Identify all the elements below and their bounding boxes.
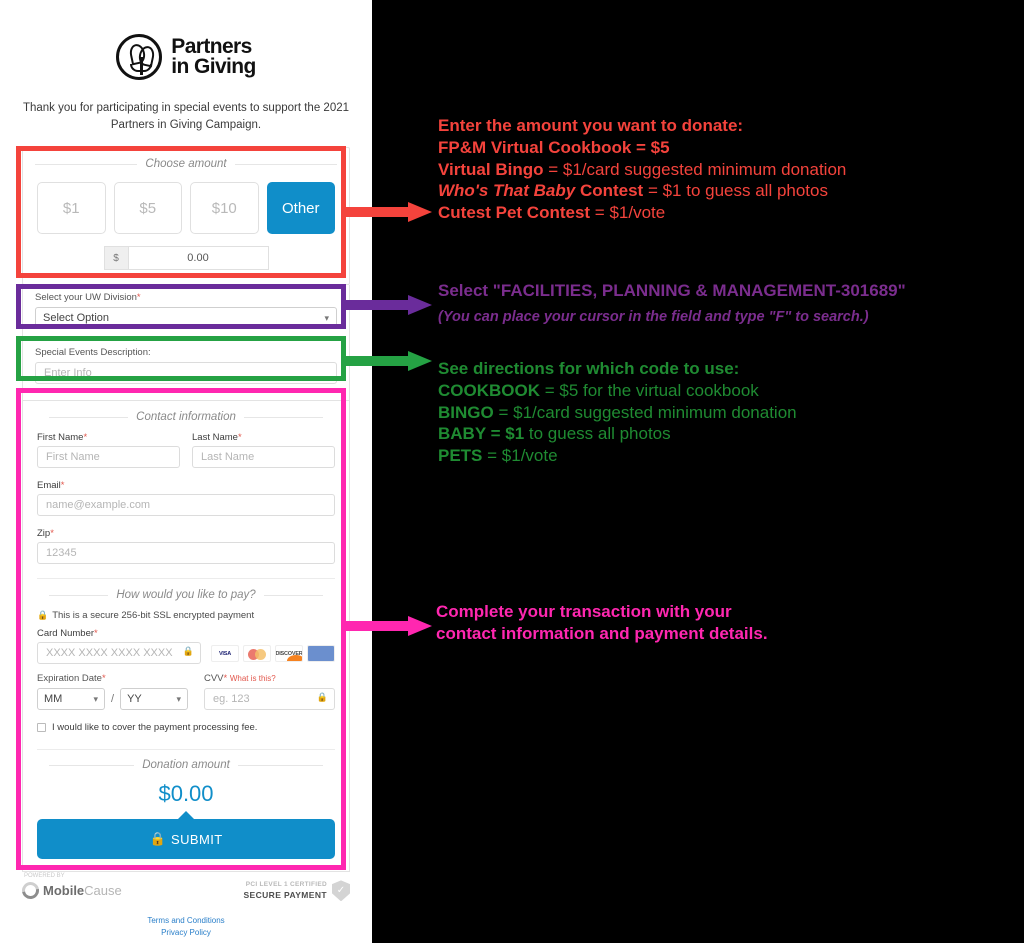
amount-button-10[interactable]: $10 [190, 182, 259, 235]
email-input[interactable]: name@example.com [37, 494, 335, 517]
secure-payment-note: 🔒 This is a secure 256-bit SSL encrypted… [37, 610, 255, 622]
logo-line-1: Partners [171, 34, 252, 58]
expiration-separator: / [111, 693, 115, 706]
lock-icon: 🔒 [37, 610, 49, 621]
email-field: Email* name@example.com [37, 480, 335, 517]
contact-payment-card: Contact information First Name* First Na… [22, 400, 350, 873]
powered-by-label: POWERED BY [24, 873, 65, 880]
intro-text: Thank you for participating in special e… [22, 102, 350, 131]
pci-line-1: PCI LEVEL 1 CERTIFIED [245, 881, 327, 889]
annotation-pink-line-1: Complete your transaction with your [436, 602, 732, 621]
submit-button[interactable]: 🔒 SUBMIT [37, 811, 335, 860]
amount-button-1[interactable]: $1 [37, 182, 106, 235]
custom-amount-input[interactable]: 0.00 [127, 246, 269, 271]
donation-amount-legend: Donation amount [37, 759, 335, 771]
discover-icon: DISCOVER [275, 645, 303, 663]
cover-fee-checkbox[interactable] [37, 723, 46, 733]
uw-division-block: Select your UW Division* Select Option ▾ [22, 285, 350, 340]
uw-division-select[interactable]: Select Option ▾ [35, 307, 337, 330]
annotation-pink-line-2: contact information and payment details. [436, 623, 768, 643]
choose-amount-legend: Choose amount [23, 158, 349, 170]
amount-buttons: $1 $5 $10 Other [23, 170, 349, 235]
annotation-purple-line-2: (You can place your cursor in the field … [438, 308, 869, 325]
donation-form-panel: Partners in Giving Thank you for partici… [0, 0, 372, 943]
expiration-field: Expiration Date* MM ▾ / YY ▾ [37, 673, 192, 711]
donation-amount-value: $0.00 [158, 781, 214, 807]
lock-icon: 🔒 [149, 831, 167, 847]
brand-logo: Partners in Giving [0, 0, 372, 80]
choose-amount-card: Choose amount $1 $5 $10 Other $ 0.00 [22, 147, 350, 286]
first-name-field: First Name* First Name [37, 432, 180, 469]
special-events-block: Special Events Description: Enter Info [22, 339, 350, 401]
partners-in-giving-logo-icon [116, 34, 163, 80]
annotation-text-contact-payment: Complete your transaction with your cont… [436, 601, 768, 645]
amex-icon [307, 645, 335, 663]
last-name-field: Last Name* Last Name [192, 432, 335, 469]
last-name-input[interactable]: Last Name [192, 446, 335, 469]
privacy-policy-link[interactable]: Privacy Policy [0, 927, 372, 939]
lock-icon: 🔒 [182, 646, 194, 657]
card-number-field: Card Number* XXXX XXXX XXXX XXXX 🔒 VISA … [37, 628, 335, 665]
shield-check-icon: ✓ [332, 880, 350, 902]
zip-field: Zip* 12345 [37, 528, 335, 565]
chevron-down-icon: ▾ [93, 693, 98, 704]
mobilecause-logo: MobileCause [18, 879, 122, 903]
cvv-help-link[interactable]: What is this? [230, 674, 276, 683]
pci-line-2: SECURE PAYMENT [243, 889, 327, 900]
visa-icon: VISA [211, 645, 239, 663]
swirl-icon [18, 879, 43, 903]
submit-button-label: SUBMIT [171, 831, 223, 847]
currency-symbol: $ [103, 246, 128, 271]
cover-fee-label: I would like to cover the payment proces… [52, 722, 258, 734]
special-events-label: Special Events Description: [35, 347, 151, 359]
card-number-input[interactable]: XXXX XXXX XXXX XXXX [37, 642, 201, 665]
footer: POWERED BY MobileCause PCI LEVEL 1 CERTI… [18, 872, 350, 903]
chevron-down-icon: ▾ [324, 312, 329, 323]
payment-legend: How would you like to pay? [37, 589, 335, 601]
expiration-month-select[interactable]: MM ▾ [37, 688, 105, 711]
special-events-input[interactable]: Enter Info [35, 362, 337, 385]
legal-links: Terms and Conditions Privacy Policy [0, 915, 372, 939]
lock-icon: 🔒 [316, 692, 328, 703]
pci-badge: PCI LEVEL 1 CERTIFIED SECURE PAYMENT ✓ [243, 880, 350, 902]
cvv-input[interactable]: eg. 123 [203, 688, 335, 711]
chevron-down-icon: ▾ [176, 693, 182, 704]
card-brand-icons: VISA DISCOVER [211, 645, 335, 664]
cover-fee-row[interactable]: I would like to cover the payment proces… [37, 722, 335, 733]
uw-division-label: Select your UW Division* [35, 292, 141, 304]
first-name-input[interactable]: First Name [37, 446, 180, 469]
cvv-field: CVV* What is this? eg. 123 🔒 [203, 673, 335, 711]
annotation-text-special-events: See directions for which code to use: CO… [438, 359, 797, 465]
custom-amount-group: $ 0.00 [103, 246, 269, 271]
expiration-year-select[interactable]: YY ▾ [120, 688, 189, 711]
uw-division-selected-value: Select Option [43, 312, 110, 325]
mastercard-icon [243, 645, 271, 663]
annotation-text-amount: Enter the amount you want to donate: FP&… [438, 116, 847, 222]
terms-and-conditions-link[interactable]: Terms and Conditions [0, 915, 372, 927]
amount-button-other[interactable]: Other [266, 182, 335, 235]
logo-line-2: in Giving [171, 55, 256, 78]
divider [37, 578, 335, 580]
annotation-purple-line-1: Select "FACILITIES, PLANNING & MANAGEMEN… [438, 281, 906, 300]
zip-input[interactable]: 12345 [37, 542, 335, 565]
annotation-text-division: Select "FACILITIES, PLANNING & MANAGEMEN… [438, 280, 906, 326]
divider [37, 749, 335, 751]
contact-legend: Contact information [37, 411, 335, 423]
amount-button-5[interactable]: $5 [113, 182, 182, 235]
